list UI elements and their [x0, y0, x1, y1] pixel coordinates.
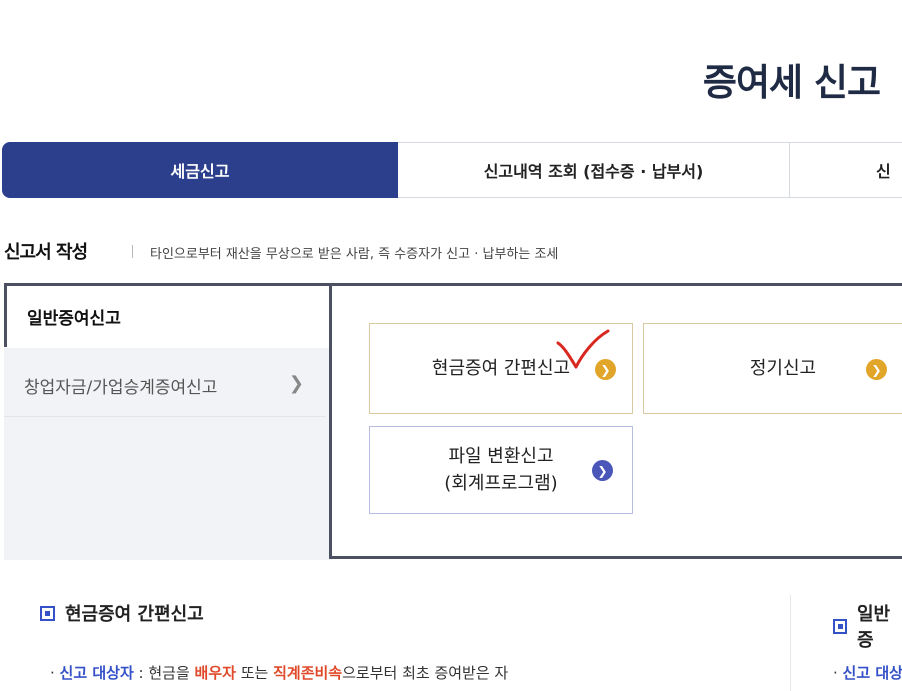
option-label-line1: 파일 변환신고 — [448, 446, 554, 467]
section-title: 신고서 작성 — [4, 242, 88, 263]
arrow-right-circle-icon: ❯ — [592, 460, 613, 481]
menu-item-label: 창업자금/가업승계증여신고 — [24, 378, 218, 398]
info-target-line: · 신고 대상자 : 현금을 배우자 또는 직계존비속으로부터 최초 증여받은 … — [50, 662, 508, 683]
regular-filing-button[interactable]: 정기신고 ❯ — [643, 323, 902, 414]
info-title-cash-simple: 현금증여 간편신고 — [40, 600, 204, 626]
section-divider — [132, 245, 133, 258]
info-label: 신고 대상자 — [59, 664, 134, 682]
info-target-line-right: · 신고 대상 — [833, 662, 902, 683]
tab-filing-history[interactable]: 신고내역 조회 (접수증 · 납부서) — [398, 142, 790, 198]
option-label: 정기신고 — [749, 358, 817, 379]
check-mark-icon — [556, 329, 610, 369]
info-text: : 현금을 — [133, 664, 195, 682]
arrow-right-circle-icon: ❯ — [866, 359, 887, 380]
info-highlight-lineal: 직계존비속 — [273, 664, 343, 682]
bullet: · — [50, 664, 60, 682]
info-highlight-spouse: 배우자 — [194, 664, 236, 682]
bullet: · — [833, 664, 843, 682]
info-label: 신고 대상 — [842, 664, 902, 682]
section-description: 타인으로부터 재산을 무상으로 받은 사람, 즉 수증자가 신고 · 납부하는 … — [150, 247, 559, 262]
info-text: 또는 — [235, 664, 274, 682]
file-conversion-filing-button[interactable]: 파일 변환신고 (회계프로그램) ❯ — [369, 426, 633, 514]
info-title-general: 일반증 — [833, 600, 902, 652]
square-bullet-icon — [40, 605, 55, 621]
tab-tax-filing[interactable]: 세금신고 — [2, 142, 398, 198]
tab-bar: 세금신고 신고내역 조회 (접수증 · 납부서) 신 — [2, 142, 902, 200]
menu-item-general-gift[interactable]: 일반증여신고 — [4, 283, 332, 347]
option-label-line2: (회계프로그램) — [444, 473, 558, 494]
info-column-divider — [790, 595, 791, 691]
square-bullet-icon — [833, 618, 847, 634]
chevron-right-icon: ❯ — [288, 373, 304, 394]
menu-item-startup-gift[interactable]: 창업자금/가업승계증여신고 ❯ — [4, 355, 326, 417]
page-title: 증여세 신고 — [702, 61, 881, 104]
tab-third[interactable]: 신 — [790, 142, 902, 198]
info-title-text: 일반증 — [856, 604, 891, 651]
info-text: 으로부터 최초 증여받은 자 — [342, 664, 509, 682]
info-title-text: 현금증여 간편신고 — [65, 604, 204, 625]
option-label: 파일 변환신고 (회계프로그램) — [444, 443, 557, 497]
option-label: 현금증여 간편신고 — [431, 358, 571, 379]
